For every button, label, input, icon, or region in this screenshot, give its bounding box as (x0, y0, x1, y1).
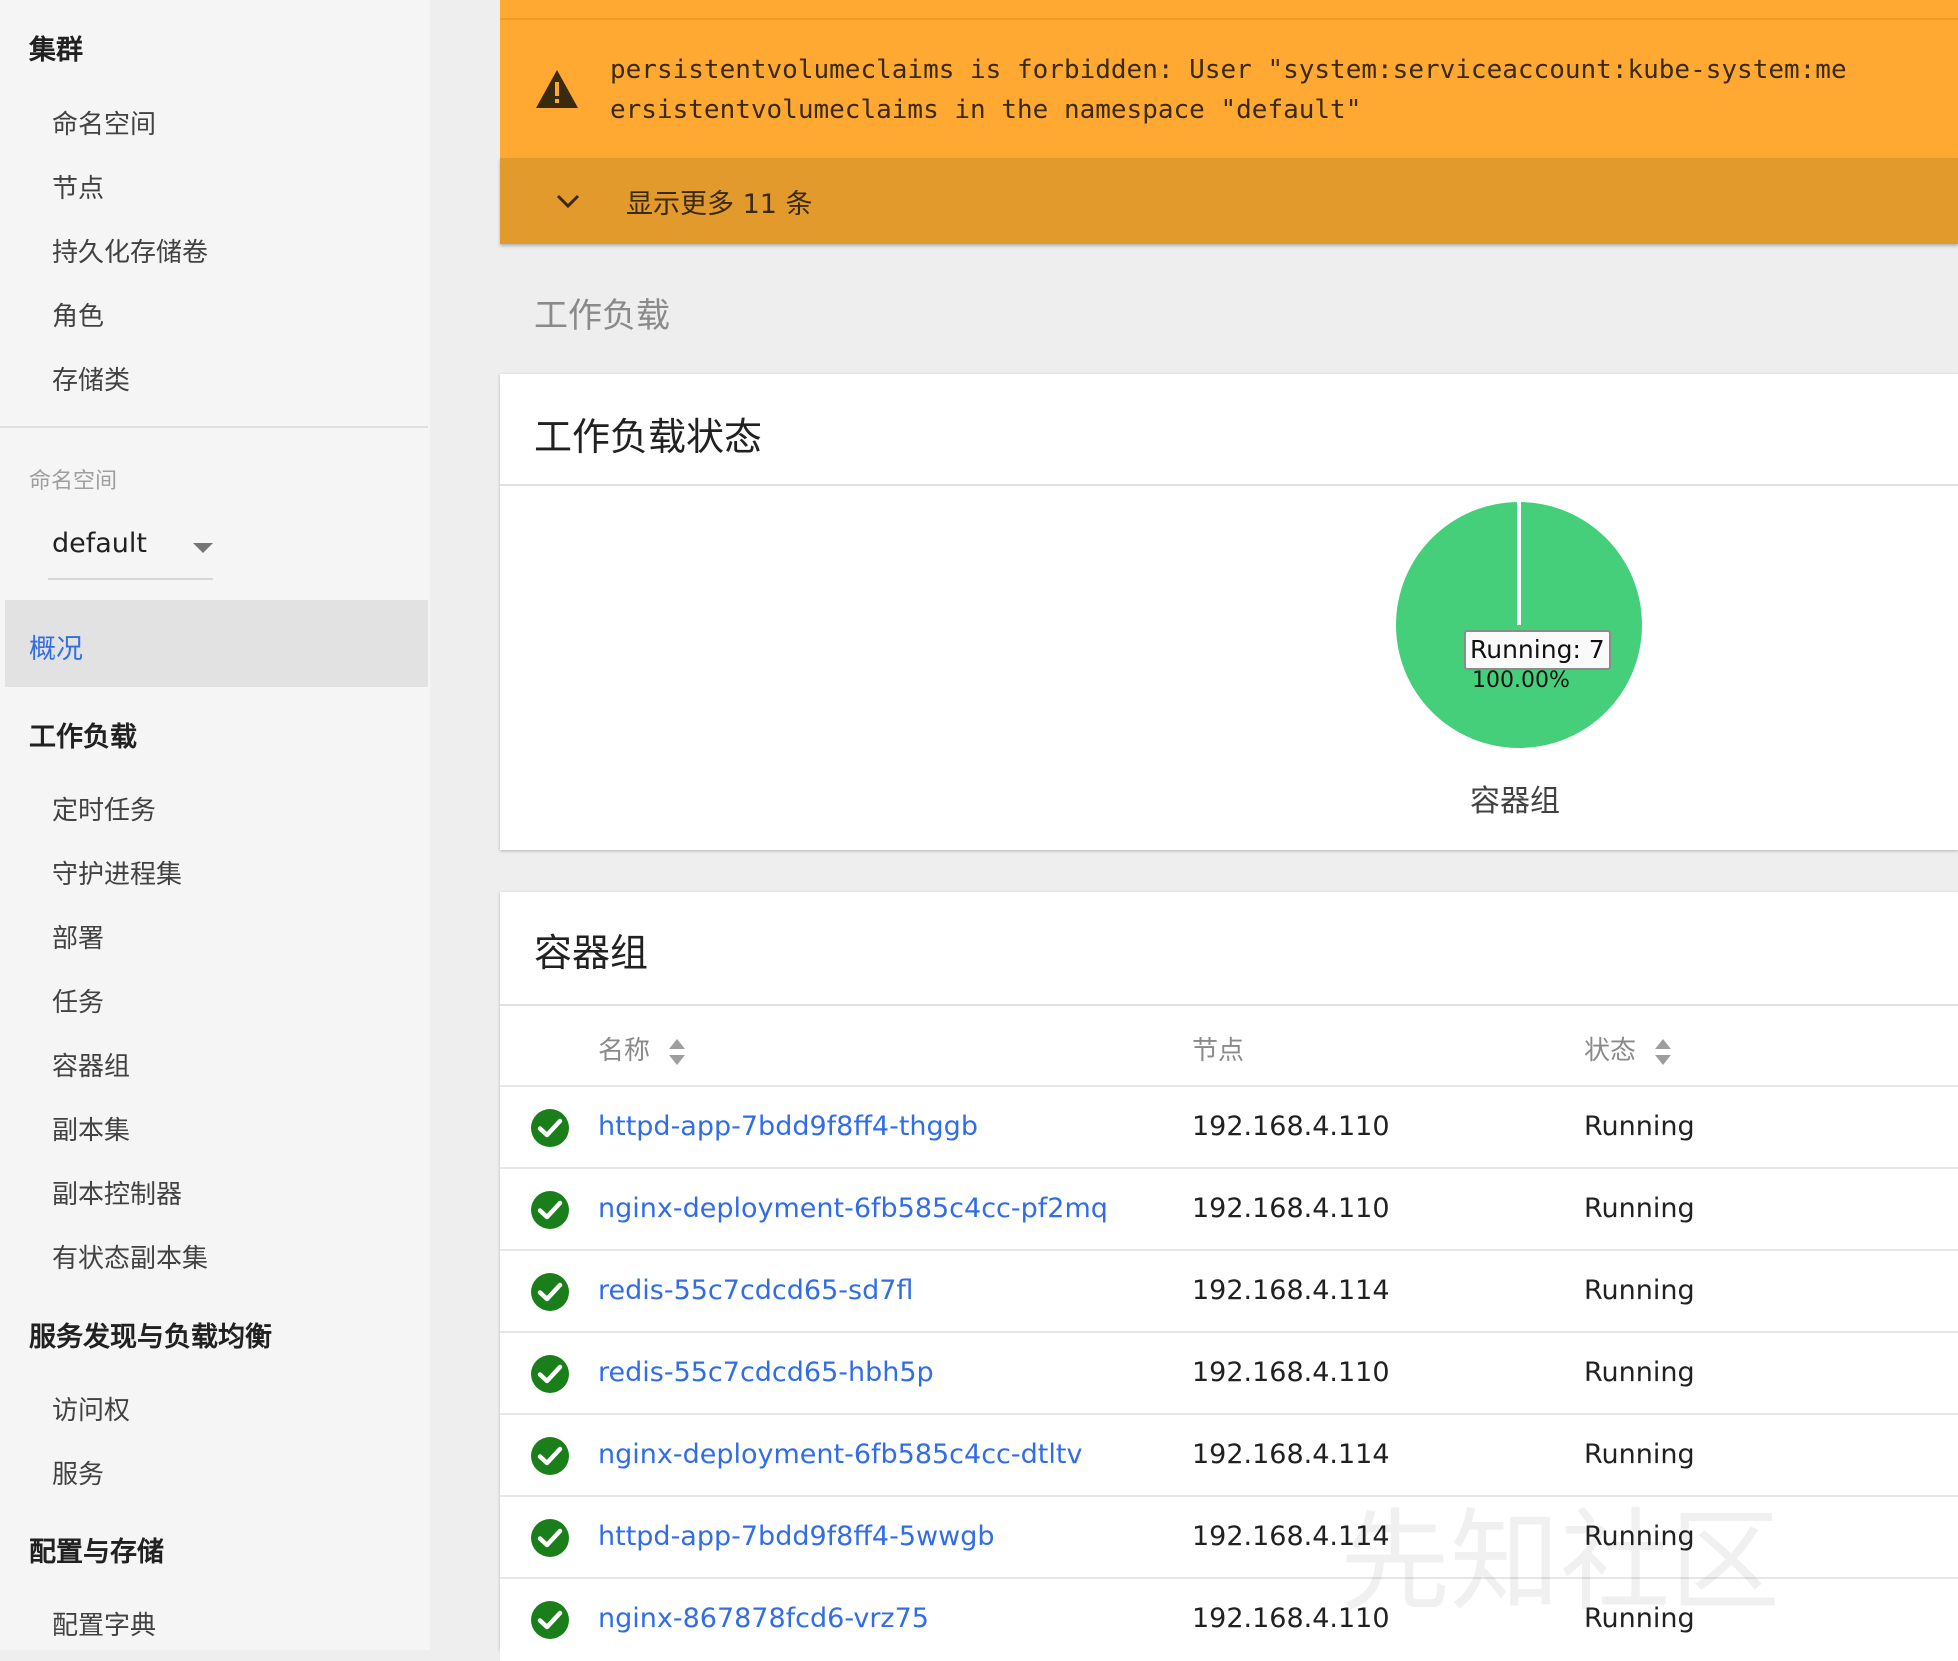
sidebar-item-ingresses[interactable]: 访问权 (52, 1390, 130, 1427)
sidebar-item-nodes[interactable]: 节点 (52, 168, 104, 205)
namespace-label: 命名空间 (29, 469, 118, 494)
pod-status: Running (1584, 1193, 1695, 1224)
sidebar-item-deployments[interactable]: 部署 (52, 918, 104, 955)
caret-down-icon (193, 543, 213, 553)
sidebar-item-namespaces[interactable]: 命名空间 (52, 104, 156, 141)
pods-pie-chart (1396, 502, 1642, 748)
sidebar-item-overview-label: 概况 (29, 634, 83, 665)
pod-node: 192.168.4.110 (1192, 1193, 1390, 1224)
card-divider (500, 484, 1958, 486)
workload-status-title: 工作负载状态 (534, 415, 763, 459)
check-circle-icon (531, 1191, 569, 1229)
sidebar-heading-cluster[interactable]: 集群 (29, 28, 83, 67)
warning-icon (536, 70, 578, 108)
banner-divider (500, 18, 1958, 20)
sidebar: 集群 命名空间 节点 持久化存储卷 角色 存储类 命名空间 default 概况… (0, 0, 430, 1650)
show-more-label: 显示更多 11 条 (626, 189, 813, 220)
sidebar-item-roles[interactable]: 角色 (52, 296, 104, 333)
pod-node: 192.168.4.114 (1192, 1521, 1390, 1552)
sidebar-item-storage-classes[interactable]: 存储类 (52, 360, 130, 397)
sort-icon[interactable] (1654, 1037, 1672, 1067)
page-title: 工作负载 (534, 296, 670, 336)
show-more-button[interactable]: 显示更多 11 条 (500, 158, 1958, 244)
pod-status: Running (1584, 1439, 1695, 1470)
table-row: redis-55c7cdcd65-sd7fl 192.168.4.114 Runni… (500, 1249, 1958, 1333)
pod-node: 192.168.4.114 (1192, 1275, 1390, 1306)
pod-name-link[interactable]: nginx-867878fcd6-vrz75 (598, 1603, 929, 1634)
pod-status: Running (1584, 1603, 1695, 1634)
table-row: nginx-deployment-6fb585c4cc-dtltv 192.168… (500, 1413, 1958, 1497)
pod-node: 192.168.4.110 (1192, 1111, 1390, 1142)
sidebar-item-persistent-volumes[interactable]: 持久化存储卷 (52, 232, 208, 269)
sidebar-item-replica-sets[interactable]: 副本集 (52, 1110, 130, 1147)
check-circle-icon (531, 1109, 569, 1147)
pod-name-link[interactable]: redis-55c7cdcd65-hbh5p (598, 1357, 934, 1388)
card-divider (500, 1004, 1958, 1006)
sidebar-heading-config-storage[interactable]: 配置与存储 (29, 1530, 164, 1569)
pod-node: 192.168.4.110 (1192, 1603, 1390, 1634)
check-circle-icon (531, 1355, 569, 1393)
error-banner: persistentvolumeclaims is forbidden: Use… (500, 0, 1958, 158)
pod-status: Running (1584, 1275, 1695, 1306)
table-row: nginx-867878fcd6-vrz75 192.168.4.110 Runni… (500, 1577, 1958, 1661)
sidebar-heading-discovery[interactable]: 服务发现与负载均衡 (29, 1315, 272, 1354)
sidebar-item-jobs[interactable]: 任务 (52, 982, 104, 1019)
pod-name-link[interactable]: nginx-deployment-6fb585c4cc-pf2mq (598, 1193, 1108, 1224)
sidebar-item-daemon-sets[interactable]: 守护进程集 (52, 854, 182, 891)
sidebar-item-cron-jobs[interactable]: 定时任务 (52, 790, 156, 827)
sidebar-item-pods[interactable]: 容器组 (52, 1046, 130, 1083)
banner-message-line2: ersistentvolumeclaims in the namespace "… (610, 95, 1362, 125)
namespace-value: default (52, 528, 148, 559)
table-row: redis-55c7cdcd65-hbh5p 192.168.4.110 Runni… (500, 1331, 1958, 1415)
column-header-name[interactable]: 名称 (598, 1030, 686, 1067)
column-header-name-label: 名称 (598, 1036, 651, 1066)
pie-tooltip: Running: 7 (1464, 630, 1611, 670)
banner-message-line1: persistentvolumeclaims is forbidden: Use… (610, 55, 1847, 85)
namespace-select[interactable]: default (48, 518, 213, 580)
pod-status: Running (1584, 1357, 1695, 1388)
pod-node: 192.168.4.114 (1192, 1439, 1390, 1470)
sort-icon[interactable] (668, 1037, 686, 1067)
column-header-status-label: 状态 (1584, 1036, 1637, 1066)
sidebar-divider (0, 426, 428, 428)
column-header-status[interactable]: 状态 (1584, 1030, 1672, 1067)
pie-percent-label: 100.00% (1472, 668, 1570, 693)
pod-status: Running (1584, 1521, 1695, 1552)
pod-name-link[interactable]: redis-55c7cdcd65-sd7fl (598, 1275, 913, 1306)
table-row: httpd-app-7bdd9f8ff4-thggb 192.168.4.110 R… (500, 1085, 1958, 1169)
pods-card-title: 容器组 (534, 931, 649, 975)
pie-caption: 容器组 (1470, 784, 1560, 819)
pod-node: 192.168.4.110 (1192, 1357, 1390, 1388)
pod-status: Running (1584, 1111, 1695, 1142)
workload-status-card: 工作负载状态 (500, 374, 1958, 850)
sidebar-item-stateful-sets[interactable]: 有状态副本集 (52, 1238, 208, 1275)
column-header-node: 节点 (1192, 1036, 1245, 1066)
pod-name-link[interactable]: httpd-app-7bdd9f8ff4-5wwgb (598, 1521, 994, 1552)
check-circle-icon (531, 1601, 569, 1639)
sidebar-item-replication-controllers[interactable]: 副本控制器 (52, 1174, 182, 1211)
sidebar-heading-workloads[interactable]: 工作负载 (29, 715, 137, 754)
check-circle-icon (531, 1519, 569, 1557)
table-row: httpd-app-7bdd9f8ff4-5wwgb 192.168.4.114 R… (500, 1495, 1958, 1579)
pod-name-link[interactable]: nginx-deployment-6fb585c4cc-dtltv (598, 1439, 1082, 1470)
sidebar-item-services[interactable]: 服务 (52, 1454, 104, 1491)
pod-name-link[interactable]: httpd-app-7bdd9f8ff4-thggb (598, 1111, 978, 1142)
table-row: nginx-deployment-6fb585c4cc-pf2mq 192.168… (500, 1167, 1958, 1251)
check-circle-icon (531, 1273, 569, 1311)
sidebar-item-config-maps[interactable]: 配置字典 (52, 1605, 156, 1642)
chevron-down-icon (556, 194, 580, 209)
check-circle-icon (531, 1437, 569, 1475)
banner-message: persistentvolumeclaims is forbidden: Use… (610, 50, 1950, 140)
sidebar-item-overview[interactable]: 概况 (5, 600, 428, 687)
